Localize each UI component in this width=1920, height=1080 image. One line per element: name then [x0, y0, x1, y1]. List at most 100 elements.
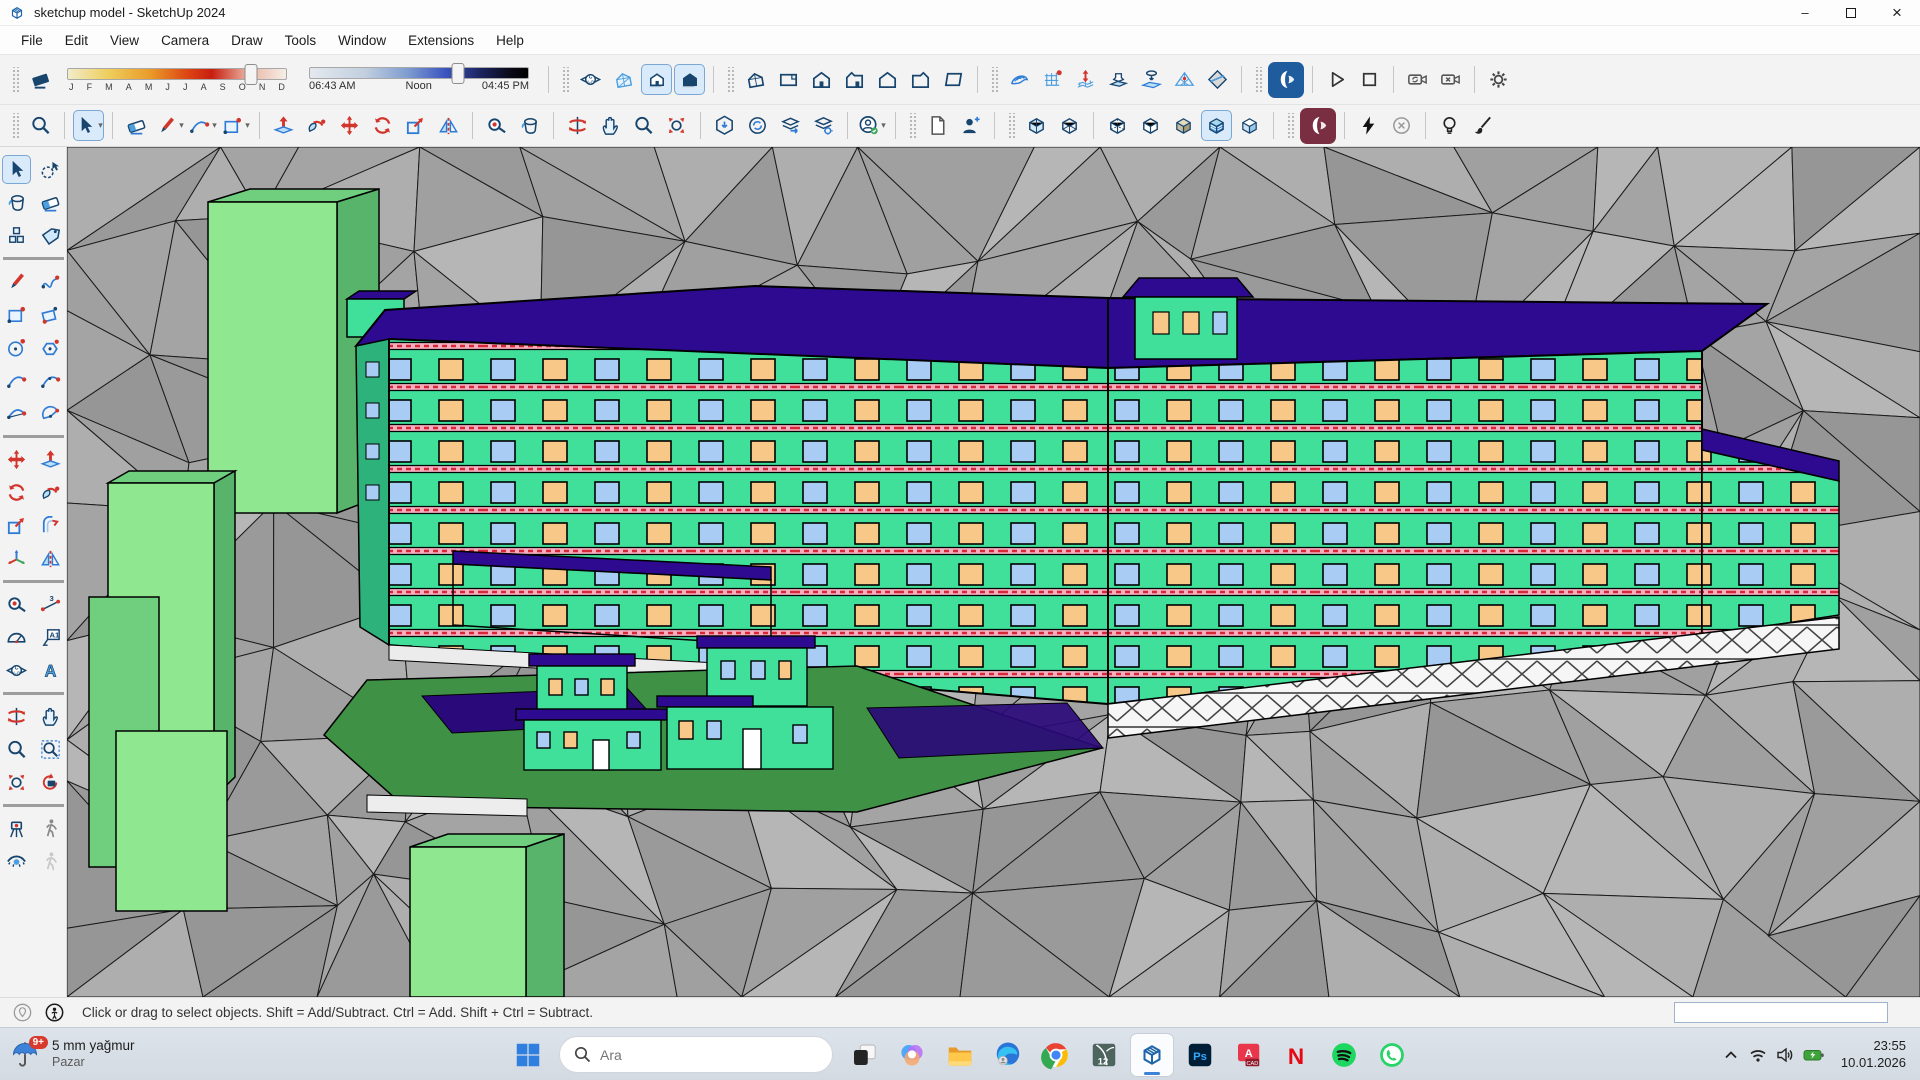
menu-help[interactable]: Help [485, 29, 535, 52]
walk-tool[interactable] [36, 814, 65, 843]
scene-delete-button[interactable] [1435, 64, 1466, 95]
toolbar-drag-handle[interactable] [1286, 113, 1294, 139]
three-point-arc-tool[interactable] [2, 399, 31, 428]
3d-viewport[interactable] [67, 147, 1920, 997]
shadow-time-slider[interactable]: 06:43 AM Noon 04:45 PM [309, 67, 529, 92]
select-tool-button[interactable]: ▾ [73, 110, 104, 141]
3d-viewport-canvas[interactable] [67, 147, 1920, 997]
animation-stop-button[interactable] [1354, 64, 1385, 95]
style-wireframe-button[interactable] [1054, 110, 1085, 141]
dropdown-arrow[interactable]: ▾ [881, 120, 886, 131]
shadow-date-settings-button[interactable] [575, 64, 606, 95]
toolbar-drag-handle[interactable] [11, 67, 19, 93]
style-shaded-button[interactable] [1168, 110, 1199, 141]
follow-me-tool[interactable] [36, 478, 65, 507]
measurements-input[interactable] [1674, 1002, 1888, 1023]
taskbar-app-netflix[interactable] [1275, 1034, 1317, 1076]
search-input[interactable] [600, 1047, 800, 1063]
menu-file[interactable]: File [10, 29, 54, 52]
taskbar-search[interactable] [559, 1036, 833, 1073]
iso-view-button[interactable] [740, 64, 771, 95]
arc-tool-button[interactable]: ▾ [187, 110, 218, 141]
menu-view[interactable]: View [99, 29, 150, 52]
menu-extensions[interactable]: Extensions [397, 29, 485, 52]
paint-bucket-tool-button[interactable] [514, 110, 545, 141]
tray-chevron-icon[interactable] [1721, 1045, 1741, 1065]
follow-me-tool-button[interactable] [301, 110, 332, 141]
flip-tool[interactable] [36, 544, 65, 573]
3d-text-tool[interactable] [36, 656, 65, 685]
menu-draw[interactable]: Draw [220, 29, 274, 52]
flip-edge-button[interactable] [1202, 64, 1233, 95]
menu-tools[interactable]: Tools [274, 29, 328, 52]
taskbar-app-sketchup[interactable] [1131, 1034, 1173, 1076]
taskbar-app-chrome[interactable] [1035, 1034, 1077, 1076]
pan-tool[interactable] [36, 702, 65, 731]
drape-button[interactable] [1136, 64, 1167, 95]
zoom-window-tool[interactable] [36, 735, 65, 764]
toolbar-drag-handle[interactable] [990, 67, 998, 93]
shadow-settings-dialog-button[interactable] [25, 64, 56, 95]
paint-bucket-tool[interactable] [2, 188, 31, 217]
make-component-tool[interactable] [2, 221, 31, 250]
battery-icon[interactable] [1802, 1045, 1826, 1065]
right-view-button[interactable] [839, 64, 870, 95]
enscape-settings-button[interactable] [1300, 108, 1336, 144]
new-document-button[interactable] [922, 110, 953, 141]
style-back-edges-button[interactable] [1102, 110, 1133, 141]
toolbar-drag-handle[interactable] [726, 67, 734, 93]
sandbox-from-contours-button[interactable] [1004, 64, 1035, 95]
trimble-connect-sync-button[interactable] [742, 110, 773, 141]
month-slider-thumb[interactable] [245, 64, 258, 85]
zoom-tool-button[interactable] [628, 110, 659, 141]
orbit-tool[interactable] [2, 702, 31, 731]
add-collaborator-button[interactable] [955, 110, 986, 141]
maximize-button[interactable] [1828, 0, 1874, 25]
two-point-arc-tool[interactable] [36, 366, 65, 395]
taskbar-weather-widget[interactable]: 9+ 5 mm yağmur Pazar [10, 1038, 135, 1071]
style-hidden-line-button[interactable] [1135, 110, 1166, 141]
select-tool[interactable] [2, 155, 31, 184]
stamp-button[interactable] [1103, 64, 1134, 95]
time-slider-thumb[interactable] [452, 63, 465, 84]
taskbar-app-photoshop[interactable] [1179, 1034, 1221, 1076]
look-around-tool[interactable] [2, 847, 31, 876]
time-slider-track[interactable] [309, 67, 529, 79]
dropdown-arrow[interactable]: ▾ [179, 120, 184, 131]
enscape-start-button[interactable] [1268, 62, 1304, 98]
scale-tool[interactable] [2, 511, 31, 540]
toolbar-drag-handle[interactable] [561, 67, 569, 93]
move-tool[interactable] [2, 445, 31, 474]
toolbar-drag-handle[interactable] [1007, 113, 1015, 139]
taskbar-app-edge[interactable] [987, 1034, 1029, 1076]
scene-update-button[interactable] [1402, 64, 1433, 95]
taskbar-app-whatsapp[interactable] [1371, 1034, 1413, 1076]
3d-warehouse-button[interactable] [709, 110, 740, 141]
dimension-tool[interactable] [36, 590, 65, 619]
toolbar-drag-handle[interactable] [11, 113, 19, 139]
light-objects-button[interactable] [1434, 110, 1465, 141]
taskbar-app-lumion[interactable] [1083, 1034, 1125, 1076]
dropdown-arrow[interactable]: ▾ [212, 120, 217, 131]
taskbar-start-button[interactable] [507, 1034, 549, 1076]
style-xray-button[interactable] [1021, 110, 1052, 141]
eraser-tool-button[interactable] [121, 110, 152, 141]
toolbar-drag-handle[interactable] [1254, 67, 1262, 93]
minimize-button[interactable]: – [1782, 0, 1828, 25]
style-monochrome-button[interactable] [1234, 110, 1265, 141]
zoom-extents-button[interactable] [661, 110, 692, 141]
sandbox-from-scratch-button[interactable] [1037, 64, 1068, 95]
push-pull-tool[interactable] [36, 445, 65, 474]
taskbar-clock[interactable]: 23:55 10.01.2026 [1841, 1038, 1906, 1072]
bottom-view-button[interactable] [938, 64, 969, 95]
arc-tool[interactable] [2, 366, 31, 395]
taskbar-app-copilot[interactable] [891, 1034, 933, 1076]
left-view-button[interactable] [905, 64, 936, 95]
add-detail-button[interactable] [1169, 64, 1200, 95]
tag-tool[interactable] [36, 221, 65, 250]
scale-tool-button[interactable] [400, 110, 431, 141]
materials-brush-button[interactable] [1467, 110, 1498, 141]
geolocation-status-icon[interactable] [13, 1003, 32, 1022]
close-button[interactable]: × [1874, 0, 1920, 25]
flip-tool-button[interactable] [433, 110, 464, 141]
